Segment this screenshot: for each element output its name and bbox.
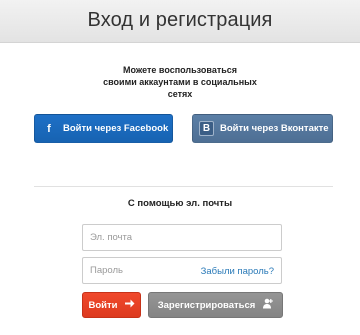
- social-intro-text: Можете воспользоваться своими аккаунтами…: [90, 64, 270, 100]
- password-field[interactable]: Забыли пароль?: [82, 257, 282, 284]
- social-intro-line: сетях: [167, 89, 193, 99]
- vk-login-label: Войти через Вконтакте: [220, 123, 329, 134]
- facebook-icon: f: [47, 122, 51, 135]
- section-divider: [34, 186, 333, 187]
- dialog-header: Вход и регистрация: [0, 0, 360, 43]
- login-label: Войти: [88, 299, 118, 311]
- facebook-login-button[interactable]: f Войти через Facebook: [34, 114, 173, 143]
- login-button[interactable]: Войти: [82, 292, 141, 318]
- email-field[interactable]: [82, 224, 282, 251]
- facebook-login-label: Войти через Facebook: [63, 123, 169, 134]
- register-label: Зарегистрироваться: [157, 299, 256, 311]
- vk-icon: B: [199, 121, 214, 136]
- register-button[interactable]: Зарегистрироваться: [148, 292, 283, 318]
- auth-dialog: Вход и регистрация Можете воспользоватьс…: [0, 0, 360, 335]
- social-intro-line: Можете воспользоваться: [122, 65, 238, 75]
- vk-login-button[interactable]: B Войти через Вконтакте: [192, 114, 333, 143]
- email-section-title: С помощью эл. почты: [127, 198, 233, 209]
- dialog-title: Вход и регистрация: [87, 9, 273, 31]
- user-add-icon: [262, 298, 274, 312]
- email-input[interactable]: [83, 225, 281, 250]
- forgot-password-link[interactable]: Забыли пароль?: [201, 266, 274, 277]
- social-intro-line: своими аккаунтами в социальных: [103, 77, 257, 87]
- arrow-right-icon: [124, 299, 135, 311]
